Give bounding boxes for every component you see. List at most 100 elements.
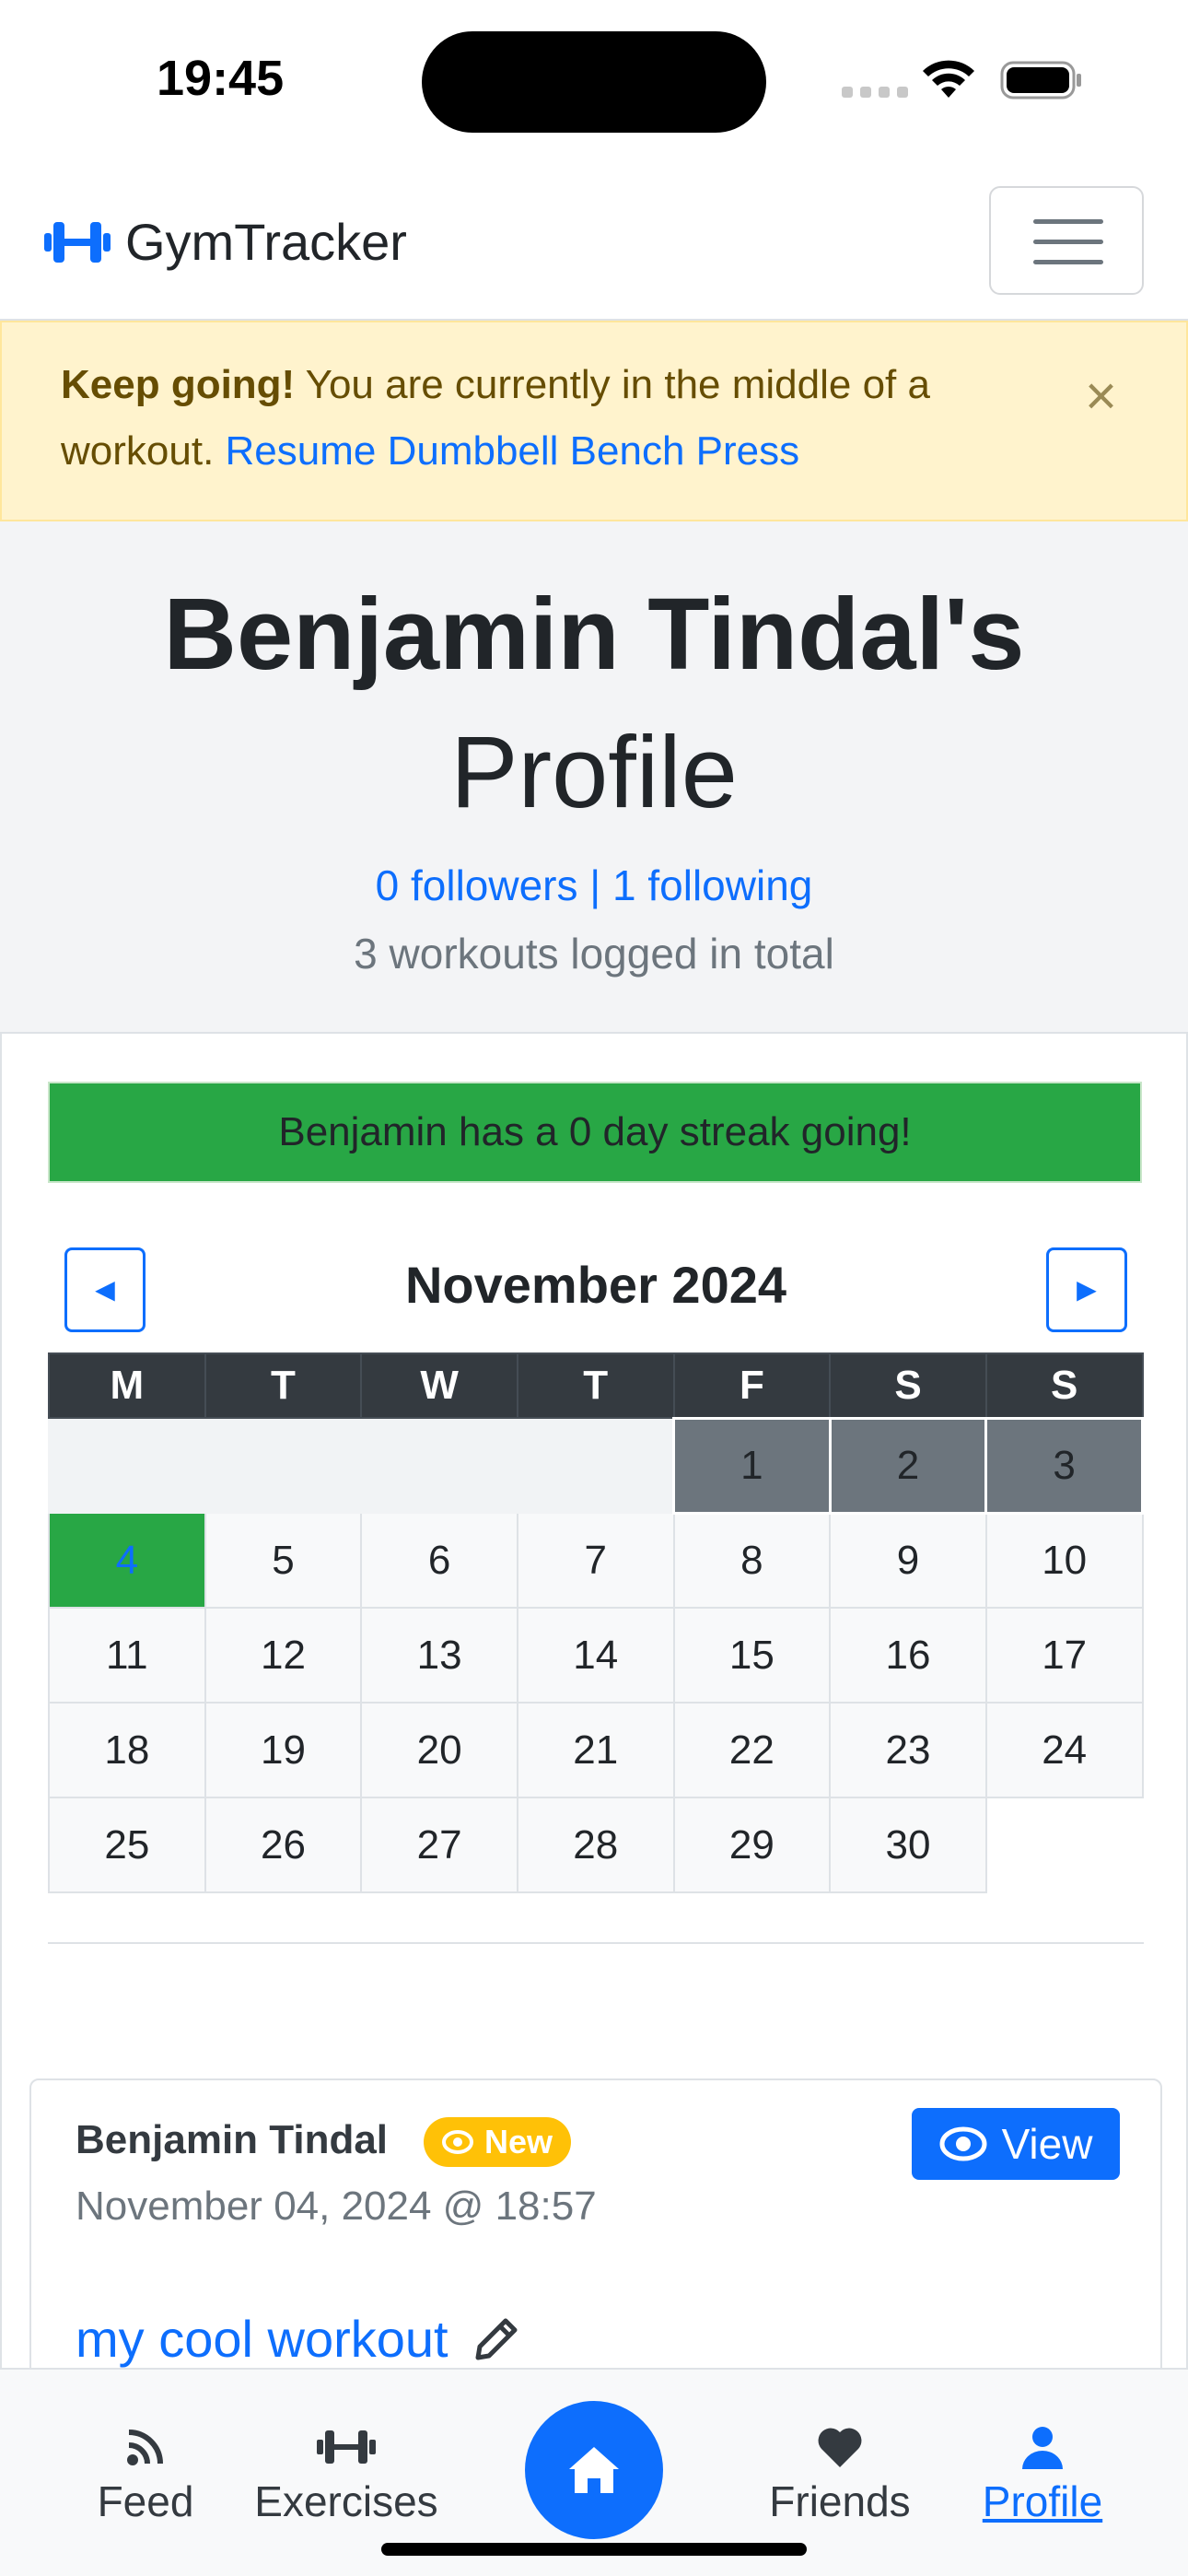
profile-card: Benjamin has a 0 day streak going! ◄ Nov…	[0, 1032, 1188, 2576]
profile-name: Benjamin Tindal's	[163, 578, 1025, 691]
followers-link[interactable]: 0 followers	[376, 861, 578, 909]
brand-name: GymTracker	[125, 213, 407, 271]
calendar-day[interactable]: 23	[829, 1702, 987, 1798]
resume-workout-link[interactable]: Resume Dumbbell Bench Press	[226, 428, 800, 474]
calendar-day[interactable]: 28	[516, 1797, 675, 1893]
calendar-day[interactable]: 16	[829, 1607, 987, 1704]
weekday-header: T	[204, 1352, 363, 1419]
streak-banner: Benjamin has a 0 day streak going!	[48, 1082, 1142, 1183]
view-workout-button[interactable]: View	[912, 2108, 1120, 2180]
eye-icon	[442, 2130, 473, 2154]
calendar-day[interactable]: 18	[48, 1702, 206, 1798]
workouts-total: 3 workouts logged in total	[354, 930, 834, 978]
calendar: M T W T F S S 1 2 3 4 5 6 7 8 9 10 11 12…	[48, 1352, 1144, 1893]
calendar-day[interactable]: 11	[48, 1607, 206, 1704]
calendar-next-button[interactable]: ►	[1046, 1247, 1127, 1332]
calendar-header-row: M T W T F S S	[48, 1352, 1144, 1419]
calendar-day[interactable]: 24	[984, 1702, 1144, 1798]
calendar-day[interactable]: 12	[204, 1607, 363, 1704]
calendar-empty-cell	[48, 1417, 206, 1514]
calendar-day[interactable]: 5	[204, 1512, 363, 1609]
calendar-day[interactable]: 7	[516, 1512, 675, 1609]
nav-profile[interactable]: Profile	[923, 2425, 1162, 2526]
pencil-icon[interactable]	[472, 2315, 520, 2363]
calendar-week: 25 26 27 28 29 30	[48, 1797, 1143, 1893]
heart-icon	[818, 2428, 862, 2467]
calendar-day[interactable]: 10	[984, 1512, 1144, 1609]
nav-feed-label: Feed	[97, 2477, 194, 2525]
follow-stats: 0 followers | 1 following	[0, 861, 1188, 910]
calendar-day[interactable]: 29	[672, 1797, 832, 1893]
workout-title-link[interactable]: my cool workout	[76, 2309, 448, 2369]
calendar-day[interactable]: 9	[829, 1512, 987, 1609]
rss-icon	[127, 2430, 163, 2465]
weekday-header: F	[672, 1352, 832, 1419]
navbar: GymTracker	[0, 166, 1188, 321]
weekday-header: S	[984, 1352, 1144, 1419]
status-bar: 19:45	[0, 0, 1188, 166]
weekday-header: T	[516, 1352, 675, 1419]
calendar-month: November 2024	[404, 1256, 786, 1314]
home-icon	[569, 2447, 619, 2493]
user-icon	[1022, 2427, 1063, 2469]
calendar-day[interactable]: 1	[672, 1416, 832, 1515]
wifi-icon	[923, 60, 974, 98]
calendar-week: 4 5 6 7 8 9 10	[48, 1512, 1144, 1609]
calendar-day[interactable]: 8	[672, 1512, 832, 1609]
view-button-label: View	[1001, 2120, 1093, 2168]
calendar-day[interactable]: 19	[204, 1702, 363, 1798]
calendar-day[interactable]: 15	[672, 1607, 832, 1704]
calendar-empty-cell	[516, 1417, 675, 1514]
new-badge: New	[424, 2117, 572, 2167]
weekday-header: S	[829, 1352, 987, 1419]
cellular-signal-icon	[842, 87, 908, 98]
following-link[interactable]: 1 following	[612, 861, 812, 909]
calendar-day[interactable]: 13	[360, 1607, 518, 1704]
nav-exercises[interactable]: Exercises	[227, 2425, 466, 2526]
close-icon[interactable]: ×	[1085, 369, 1117, 424]
calendar-day[interactable]: 30	[829, 1797, 987, 1893]
nav-friends-label: Friends	[769, 2477, 911, 2525]
calendar-empty-cell	[985, 1797, 1143, 1892]
status-time: 19:45	[157, 51, 285, 106]
nav-exercises-label: Exercises	[254, 2477, 438, 2525]
calendar-week: 11 12 13 14 15 16 17	[48, 1607, 1144, 1704]
workout-date: November 04, 2024 @ 18:57	[76, 2184, 597, 2229]
nav-profile-label: Profile	[982, 2477, 1103, 2525]
page-title: Benjamin Tindal's Profile	[0, 566, 1188, 842]
home-button[interactable]	[525, 2401, 663, 2539]
follow-separator: |	[577, 861, 613, 909]
weekday-header: W	[360, 1352, 518, 1419]
calendar-day-today[interactable]: 4	[48, 1512, 206, 1609]
brand-link[interactable]: GymTracker	[42, 212, 407, 272]
calendar-day[interactable]: 21	[516, 1702, 675, 1798]
dynamic-island	[422, 31, 766, 133]
calendar-empty-cell	[360, 1417, 518, 1514]
eye-icon	[939, 2126, 987, 2161]
calendar-day[interactable]: 6	[360, 1512, 518, 1609]
calendar-day[interactable]: 22	[672, 1702, 832, 1798]
divider	[48, 1942, 1144, 1944]
calendar-week: 1 2 3	[48, 1416, 1144, 1515]
calendar-empty-cell	[204, 1417, 363, 1514]
home-indicator	[381, 2543, 807, 2556]
calendar-day[interactable]: 14	[516, 1607, 675, 1704]
calendar-day[interactable]: 3	[984, 1416, 1144, 1515]
hamburger-icon	[1033, 219, 1103, 224]
menu-toggle-button[interactable]	[989, 186, 1144, 295]
calendar-day[interactable]: 2	[828, 1416, 988, 1515]
battery-icon	[1000, 61, 1081, 100]
workout-in-progress-alert: Keep going! You are currently in the mid…	[0, 321, 1188, 521]
new-badge-label: New	[484, 2123, 553, 2160]
calendar-day[interactable]: 20	[360, 1702, 518, 1798]
calendar-day[interactable]: 27	[360, 1797, 518, 1893]
calendar-day[interactable]: 17	[984, 1607, 1144, 1704]
calendar-day[interactable]: 25	[48, 1797, 206, 1893]
calendar-week: 18 19 20 21 22 23 24	[48, 1702, 1144, 1798]
workout-author[interactable]: Benjamin Tindal	[76, 2117, 388, 2163]
dumbbell-icon	[317, 2430, 376, 2464]
calendar-day[interactable]: 26	[204, 1797, 363, 1893]
dumbbell-icon	[44, 221, 111, 263]
alert-strong: Keep going!	[61, 362, 296, 407]
workout-title-row: my cool workout	[76, 2309, 520, 2369]
